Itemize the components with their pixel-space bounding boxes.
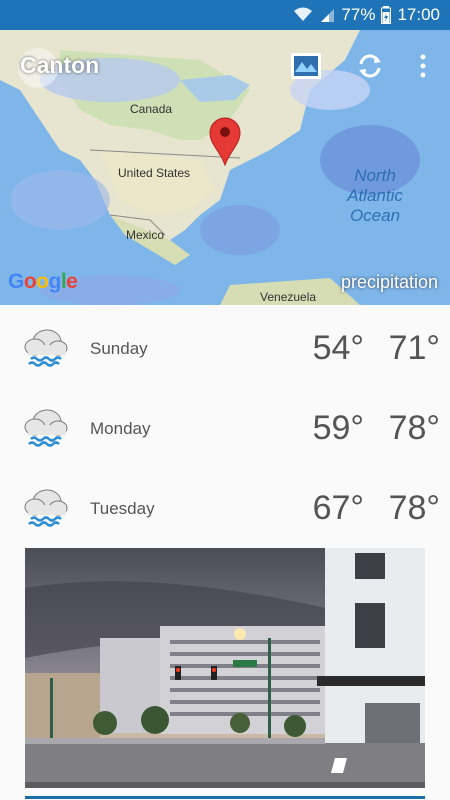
clock: 17:00: [397, 5, 440, 24]
map-label-mexico: Mexico: [126, 228, 165, 242]
forecast-low-temp: 67°: [312, 489, 364, 527]
map-layer-icon[interactable]: [288, 50, 324, 82]
map-label-ocean: North Atlantic Ocean: [347, 166, 403, 225]
refresh-icon[interactable]: [352, 50, 388, 82]
map-label-united-states: United States: [118, 166, 191, 180]
forecast-list: Sunday 54° 71° Monday 59° 78° Tuesday 67…: [0, 305, 450, 545]
google-logo: Google: [8, 270, 78, 293]
location-pin-icon[interactable]: [208, 116, 242, 171]
rain-cloud-icon: [22, 325, 70, 374]
city-title: Canton: [20, 52, 100, 78]
rain-cloud-icon: [22, 405, 70, 454]
city-photo-image: [25, 548, 425, 788]
forecast-high-temp: 78°: [388, 409, 440, 447]
forecast-high-temp: 71°: [388, 329, 440, 367]
forecast-high-temp: 78°: [388, 489, 440, 527]
app-bar: Canton: [0, 30, 450, 102]
forecast-day: Sunday: [90, 339, 148, 358]
rain-cloud-icon: [22, 485, 70, 534]
forecast-low-temp: 54°: [312, 329, 364, 367]
battery-icon: [381, 6, 392, 24]
bottom-accent-bar: [25, 796, 425, 799]
map-label-canada: Canada: [130, 102, 173, 116]
wifi-icon: [293, 7, 313, 23]
more-vert-icon[interactable]: [405, 50, 441, 82]
city-photo[interactable]: [25, 548, 425, 788]
forecast-row[interactable]: Tuesday 67° 78°: [0, 465, 450, 545]
map-layer-label: precipitation: [340, 272, 438, 292]
battery-percent: 77%: [341, 5, 376, 24]
map-label-venezuela: Venezuela: [260, 290, 317, 304]
forecast-row[interactable]: Sunday 54° 71°: [0, 305, 450, 385]
forecast-row[interactable]: Monday 59° 78°: [0, 385, 450, 465]
signal-icon: [319, 7, 335, 23]
forecast-day: Tuesday: [90, 499, 155, 518]
forecast-day: Monday: [90, 419, 151, 438]
forecast-low-temp: 59°: [312, 409, 364, 447]
status-bar: 77% 17:00: [0, 0, 450, 30]
